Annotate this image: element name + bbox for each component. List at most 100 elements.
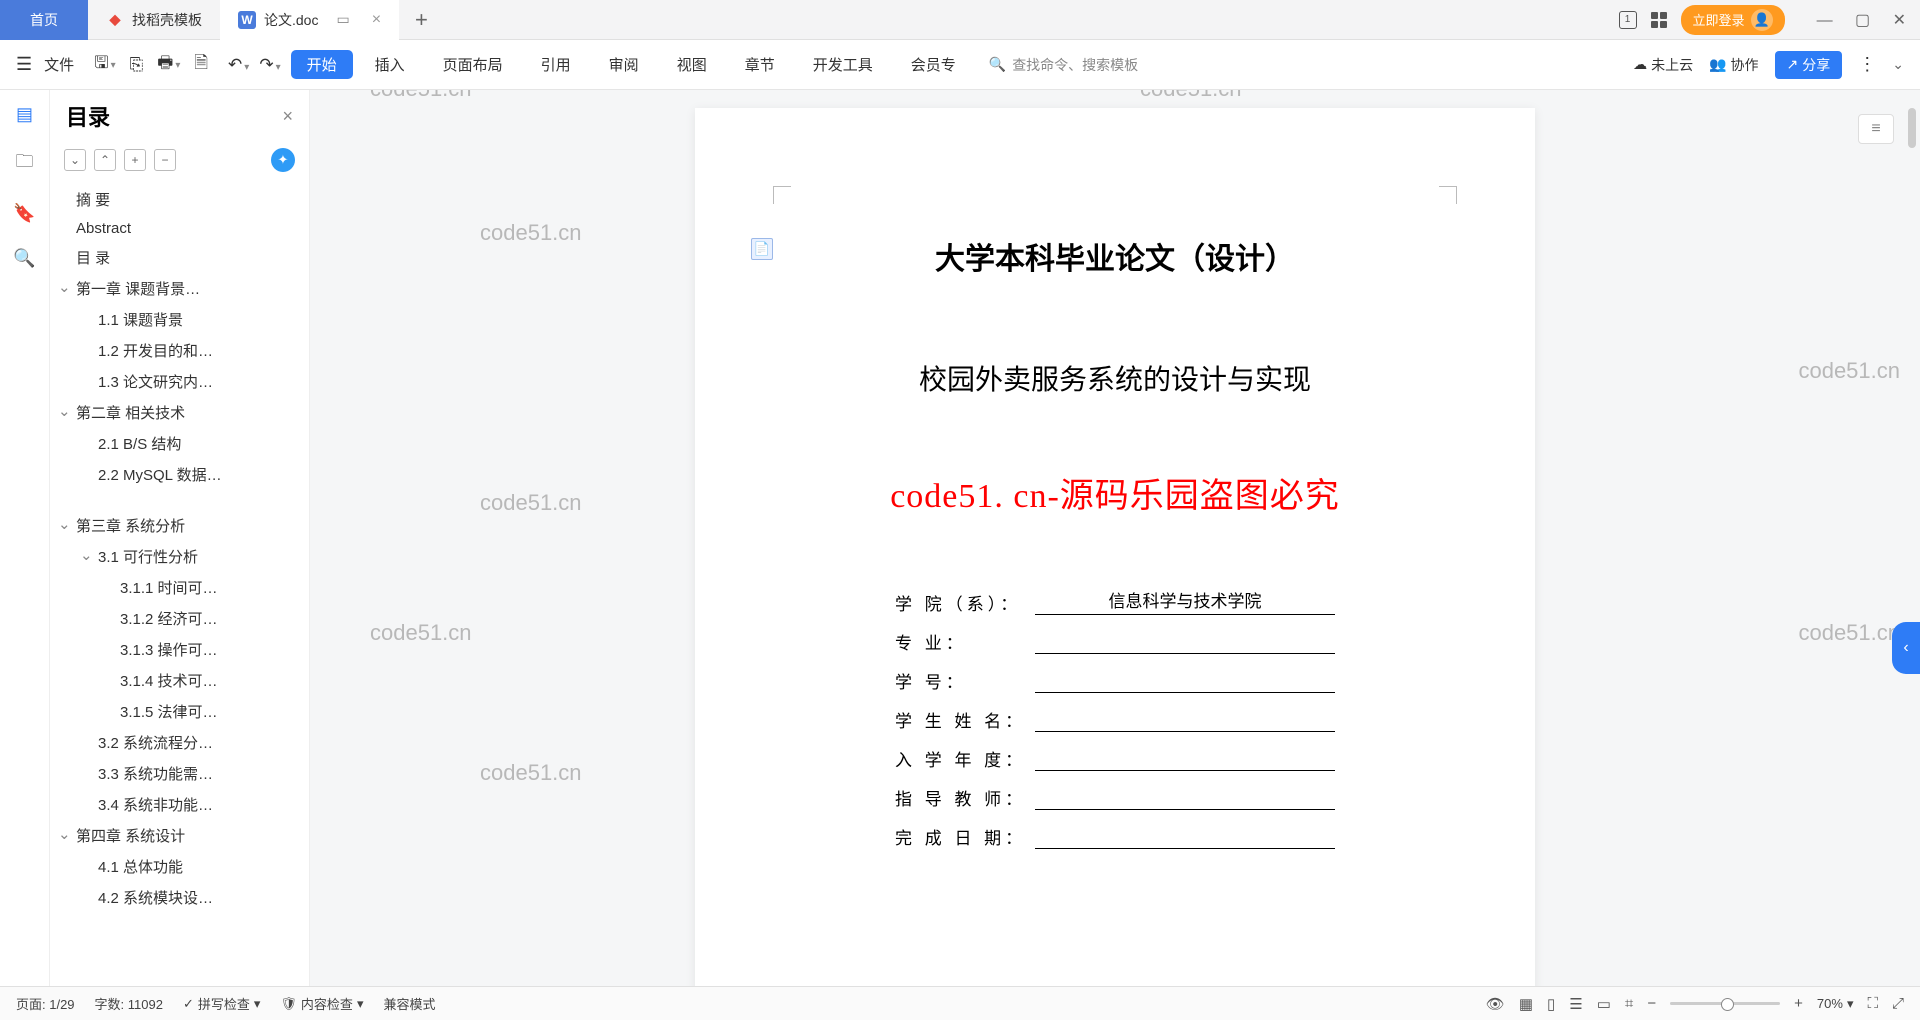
- toc-item[interactable]: 1.2 开发目的和…: [50, 335, 309, 366]
- compat-mode[interactable]: 兼容模式: [383, 994, 435, 1013]
- bookmark-icon[interactable]: 🔖: [13, 203, 35, 224]
- minimize-icon[interactable]: —: [1817, 12, 1833, 29]
- menu-start[interactable]: 开始: [291, 50, 353, 79]
- new-tab-button[interactable]: +: [399, 7, 444, 33]
- cloud-status[interactable]: ☁未上云: [1633, 55, 1693, 75]
- info-row: 指 导 教 师：: [895, 785, 1335, 810]
- spell-check[interactable]: ✓拼写检查 ▾: [183, 994, 260, 1013]
- collapse-ribbon-icon[interactable]: ⌄: [1892, 56, 1904, 73]
- find-icon[interactable]: 🔍: [13, 248, 35, 269]
- remove-heading-icon[interactable]: −: [154, 149, 176, 171]
- redo-icon[interactable]: ↷: [255, 55, 284, 75]
- fullscreen-icon[interactable]: ⤢: [1892, 995, 1904, 1012]
- menu-chapter[interactable]: 章节: [729, 54, 791, 75]
- toc-item[interactable]: 第三章 系统分析: [50, 510, 309, 541]
- toc-item[interactable]: 2.2 MySQL 数据…: [50, 459, 309, 490]
- tab-templates[interactable]: ◆ 找稻壳模板: [88, 0, 220, 40]
- login-button[interactable]: 立即登录 👤: [1681, 5, 1785, 35]
- toc-item[interactable]: Abstract: [50, 215, 309, 242]
- content-check[interactable]: 🛡内容检查 ▾: [280, 994, 363, 1013]
- toc-item[interactable]: 1.3 论文研究内…: [50, 366, 309, 397]
- outline-view-icon[interactable]: ☰: [1569, 995, 1582, 1013]
- web-view-icon[interactable]: ▭: [1597, 995, 1611, 1013]
- info-row: 学 号：: [895, 668, 1335, 693]
- vertical-scrollbar[interactable]: [1906, 90, 1918, 986]
- collapse-all-icon[interactable]: ⌄: [64, 149, 86, 171]
- scrollbar-thumb[interactable]: [1908, 108, 1916, 148]
- export-icon[interactable]: ⎘: [126, 55, 148, 75]
- word-count[interactable]: 字数: 11092: [95, 994, 163, 1013]
- toc-item[interactable]: 3.1.3 操作可…: [50, 634, 309, 665]
- file-menu[interactable]: 文件: [44, 54, 74, 75]
- eye-icon[interactable]: 👁: [1486, 995, 1505, 1013]
- sidebar-close-icon[interactable]: ×: [282, 106, 293, 127]
- toc-item[interactable]: 3.1.4 技术可…: [50, 665, 309, 696]
- toc-item[interactable]: 摘 要: [50, 184, 309, 215]
- draft-view-icon[interactable]: ⌗: [1625, 995, 1633, 1012]
- menu-view[interactable]: 视图: [661, 54, 723, 75]
- float-panel-button[interactable]: ≡: [1858, 114, 1894, 144]
- toc-item[interactable]: 3.4 系统非功能…: [50, 789, 309, 820]
- toc-list[interactable]: 摘 要Abstract目 录第一章 课题背景…1.1 课题背景1.2 开发目的和…: [50, 178, 309, 986]
- undo-icon[interactable]: ↶: [224, 55, 253, 75]
- close-window-icon[interactable]: ✕: [1893, 12, 1906, 29]
- info-value: [1035, 632, 1335, 654]
- toc-item[interactable]: 3.2 系统流程分…: [50, 727, 309, 758]
- toc-item[interactable]: 3.1.5 法律可…: [50, 696, 309, 727]
- apps-icon[interactable]: [1651, 12, 1667, 28]
- menu-review[interactable]: 审阅: [593, 54, 655, 75]
- menu-icon[interactable]: ☰: [16, 54, 32, 75]
- menu-page-layout[interactable]: 页面布局: [427, 54, 519, 75]
- page-view-icon[interactable]: ▯: [1547, 995, 1555, 1013]
- close-icon[interactable]: ×: [372, 11, 381, 29]
- more-icon[interactable]: ⋮: [1858, 54, 1876, 75]
- reading-view-icon[interactable]: ▦: [1519, 995, 1533, 1013]
- collab-icon: 👥: [1709, 56, 1726, 73]
- toc-item[interactable]: 3.1.2 经济可…: [50, 603, 309, 634]
- document-page[interactable]: 📄 大学本科毕业论文（设计） 校园外卖服务系统的设计与实现 code51. cn…: [695, 108, 1535, 986]
- menu-references[interactable]: 引用: [525, 54, 587, 75]
- print-icon[interactable]: 🖶: [153, 50, 184, 79]
- toc-item[interactable]: 第一章 课题背景…: [50, 273, 309, 304]
- save-icon[interactable]: 🖫: [90, 50, 120, 79]
- zoom-slider[interactable]: [1670, 1002, 1780, 1005]
- tab-document[interactable]: W 论文.doc ▭ ×: [220, 0, 399, 40]
- add-heading-icon[interactable]: +: [124, 149, 146, 171]
- menu-devtools[interactable]: 开发工具: [797, 54, 889, 75]
- document-canvas[interactable]: code51.cn code51.cn code51.cn code51.cn …: [310, 90, 1920, 986]
- toc-item[interactable]: 4.2 系统模块设…: [50, 882, 309, 913]
- maximize-icon[interactable]: ▢: [1855, 12, 1870, 29]
- outline-icon[interactable]: ▤: [16, 104, 33, 125]
- page-indicator[interactable]: 页面: 1/29: [16, 994, 75, 1013]
- expand-all-icon[interactable]: ⌃: [94, 149, 116, 171]
- window-buttons: — ▢ ✕: [1799, 10, 1906, 30]
- toc-item[interactable]: 2.1 B/S 结构: [50, 428, 309, 459]
- share-button[interactable]: ↗分享: [1775, 51, 1843, 79]
- toc-item[interactable]: 第二章 相关技术: [50, 397, 309, 428]
- sidebar-controls: ⌄ ⌃ + − ✦: [50, 142, 309, 178]
- preview-icon[interactable]: 🗎: [190, 50, 212, 79]
- collab-button[interactable]: 👥协作: [1709, 55, 1758, 75]
- toc-item[interactable]: 第四章 系统设计: [50, 820, 309, 851]
- zoom-level[interactable]: 70% ▾: [1817, 996, 1854, 1012]
- bookmark-folder-icon[interactable]: 🗀: [16, 149, 34, 179]
- toc-item[interactable]: 目 录: [50, 242, 309, 273]
- toc-item[interactable]: 4.1 总体功能: [50, 851, 309, 882]
- search-placeholder: 查找命令、搜索模板: [1012, 55, 1138, 75]
- panel-icon[interactable]: 1: [1619, 11, 1637, 29]
- search-input[interactable]: 🔍 查找命令、搜索模板: [988, 54, 1188, 76]
- toc-item[interactable]: 1.1 课题背景: [50, 304, 309, 335]
- menu-insert[interactable]: 插入: [359, 54, 421, 75]
- toc-item[interactable]: 3.3 系统功能需…: [50, 758, 309, 789]
- toc-item[interactable]: 3.1.1 时间可…: [50, 572, 309, 603]
- menu-member[interactable]: 会员专: [895, 54, 972, 75]
- tab-home[interactable]: 首页: [0, 0, 88, 40]
- fit-page-icon[interactable]: ⛶: [1867, 995, 1878, 1012]
- zoom-out-icon[interactable]: −: [1647, 995, 1656, 1012]
- word-icon: W: [238, 11, 256, 29]
- zoom-in-icon[interactable]: +: [1794, 995, 1803, 1012]
- header-marker-icon[interactable]: 📄: [751, 238, 773, 260]
- ai-icon[interactable]: ✦: [271, 148, 295, 172]
- toc-item[interactable]: 3.1 可行性分析: [50, 541, 309, 572]
- tab-split-icon[interactable]: ▭: [336, 11, 349, 28]
